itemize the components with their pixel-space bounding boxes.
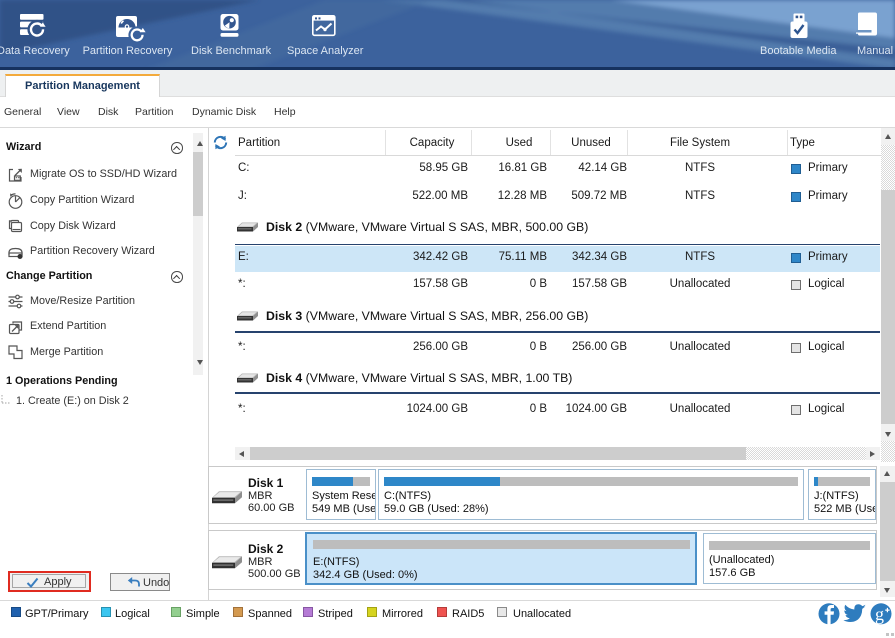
svg-text:g: g	[875, 604, 884, 624]
